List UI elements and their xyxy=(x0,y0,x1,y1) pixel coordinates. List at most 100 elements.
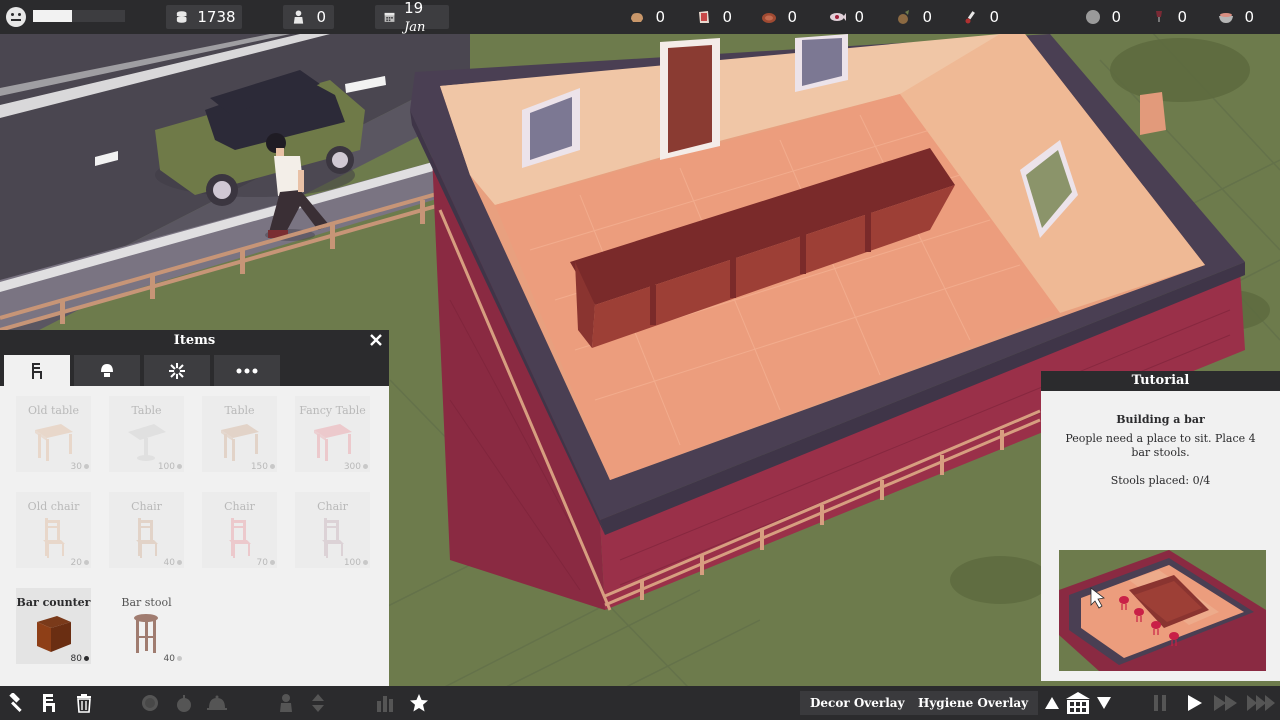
star-icon xyxy=(410,694,428,712)
date-day: 19 xyxy=(404,0,424,17)
close-icon[interactable] xyxy=(367,331,385,349)
decor-overlay-button[interactable]: Decor Overlay xyxy=(800,691,915,715)
building-icon xyxy=(1066,692,1090,714)
building-view-button[interactable] xyxy=(1064,692,1092,714)
meat-icon xyxy=(761,9,777,25)
tutorial-body: People need a place to sit. Place 4 bar … xyxy=(1065,432,1256,459)
serving-button[interactable] xyxy=(206,692,228,714)
bowl-count: 0 xyxy=(1244,8,1254,26)
items-panel: Items Old table 30 Table 100 Table 150 Fancy T… xyxy=(0,330,389,686)
hygiene-overlay-button[interactable]: Hygiene Overlay xyxy=(908,691,1039,715)
items-tabs xyxy=(0,351,389,386)
meat-count: 0 xyxy=(787,8,797,26)
tab-seating[interactable] xyxy=(4,355,70,386)
furniture-button[interactable] xyxy=(38,692,60,714)
bread-count: 0 xyxy=(655,8,665,26)
resource-vegetable-display[interactable]: 0 xyxy=(888,5,938,29)
trash-icon xyxy=(77,694,91,713)
floor-up-button[interactable] xyxy=(1041,692,1063,714)
item-name: Chair xyxy=(131,500,162,513)
play-button[interactable] xyxy=(1184,692,1206,714)
wine-count: 0 xyxy=(1177,8,1187,26)
item-card-old-chair[interactable]: Old chair 20 xyxy=(16,492,91,568)
tab-more[interactable] xyxy=(214,355,280,386)
tutorial-preview-image xyxy=(1059,550,1266,671)
spice-count: 0 xyxy=(989,8,999,26)
apple-icon xyxy=(177,695,191,712)
more-icon xyxy=(236,368,258,373)
floor-down-button[interactable] xyxy=(1093,692,1115,714)
top-bar: 1738 0 19 Jan 0 0 0 0 0 0 0 0 0 xyxy=(0,0,1280,35)
item-name: Table xyxy=(131,404,162,417)
bowl-icon xyxy=(1218,9,1234,25)
tutorial-progress: Stools placed: 0/4 xyxy=(1110,474,1211,487)
item-price: 40 xyxy=(164,558,182,568)
date-month: Jan xyxy=(404,20,426,35)
item-card-chair[interactable]: Chair 70 xyxy=(202,492,277,568)
calendar-icon xyxy=(384,12,395,22)
resource-cheese-display[interactable]: 0 xyxy=(688,5,738,29)
build-button[interactable] xyxy=(6,692,28,714)
chair-icon xyxy=(32,362,42,379)
item-price: 100 xyxy=(344,558,368,568)
vegetable-count: 0 xyxy=(922,8,932,26)
item-price: 40 xyxy=(164,654,182,664)
resource-fish-display[interactable]: 0 xyxy=(820,5,870,29)
stat-bowl-display[interactable]: 0 xyxy=(1210,5,1260,29)
item-card-bar-counter[interactable]: Bar counter 80 xyxy=(16,588,91,664)
person-icon xyxy=(293,10,304,24)
item-card-chair[interactable]: Chair 40 xyxy=(109,492,184,568)
hammer-icon xyxy=(9,693,22,712)
tab-decoration[interactable] xyxy=(144,355,210,386)
spice-icon xyxy=(963,9,979,25)
mood-bar xyxy=(33,10,125,22)
tab-lighting[interactable] xyxy=(74,355,140,386)
date-display[interactable]: 19 Jan xyxy=(375,0,449,35)
item-card-chair[interactable]: Chair 100 xyxy=(295,492,370,568)
fast-forward-button[interactable] xyxy=(1213,692,1239,714)
play-icon xyxy=(1188,695,1202,711)
coin-icon xyxy=(1085,9,1101,25)
item-card-table[interactable]: Table 100 xyxy=(109,396,184,472)
mood-icon xyxy=(6,7,26,27)
item-card-bar-stool[interactable]: Bar stool 40 xyxy=(109,588,184,664)
item-name: Bar stool xyxy=(121,596,172,609)
stats-button[interactable] xyxy=(374,692,396,714)
favorites-button[interactable] xyxy=(408,692,430,714)
resource-bread-display[interactable]: 0 xyxy=(621,5,671,29)
sort-button[interactable] xyxy=(307,692,329,714)
items-panel-title: Items xyxy=(173,333,216,348)
items-panel-header: Items xyxy=(0,330,389,351)
item-name: Old table xyxy=(27,404,80,417)
resource-spice-display[interactable]: 0 xyxy=(955,5,1005,29)
cheese-icon xyxy=(696,9,712,25)
staff-button[interactable] xyxy=(275,692,297,714)
item-price: 20 xyxy=(71,558,89,568)
tutorial-header: Tutorial xyxy=(1041,371,1280,391)
item-card-table[interactable]: Table 150 xyxy=(202,396,277,472)
money-value: 1738 xyxy=(197,8,236,26)
lamp-icon xyxy=(101,363,113,377)
stat-wine-display[interactable]: 0 xyxy=(1143,5,1193,29)
item-name: Table xyxy=(224,404,255,417)
pause-button[interactable] xyxy=(1149,692,1171,714)
fastest-forward-button[interactable] xyxy=(1246,692,1276,714)
plate-icon xyxy=(142,695,158,711)
item-name: Chair xyxy=(224,500,255,513)
resource-meat-display[interactable]: 0 xyxy=(753,5,803,29)
item-price: 300 xyxy=(344,462,368,472)
item-card-fancy-table[interactable]: Fancy Table 300 xyxy=(295,396,370,472)
pause-icon xyxy=(1154,695,1166,711)
person-icon xyxy=(280,694,292,712)
money-display[interactable]: 1738 xyxy=(166,5,242,29)
item-price: 100 xyxy=(158,462,182,472)
ingredients-button[interactable] xyxy=(173,692,195,714)
bar-chart-icon xyxy=(377,696,393,712)
stat-coin-display[interactable]: 0 xyxy=(1077,5,1127,29)
item-name: Chair xyxy=(317,500,348,513)
guests-display[interactable]: 0 xyxy=(283,5,334,29)
item-card-old-table[interactable]: Old table 30 xyxy=(16,396,91,472)
delete-button[interactable] xyxy=(73,692,95,714)
items-grid: Old table 30 Table 100 Table 150 Fancy Table 30… xyxy=(16,396,370,664)
dishes-button[interactable] xyxy=(139,692,161,714)
